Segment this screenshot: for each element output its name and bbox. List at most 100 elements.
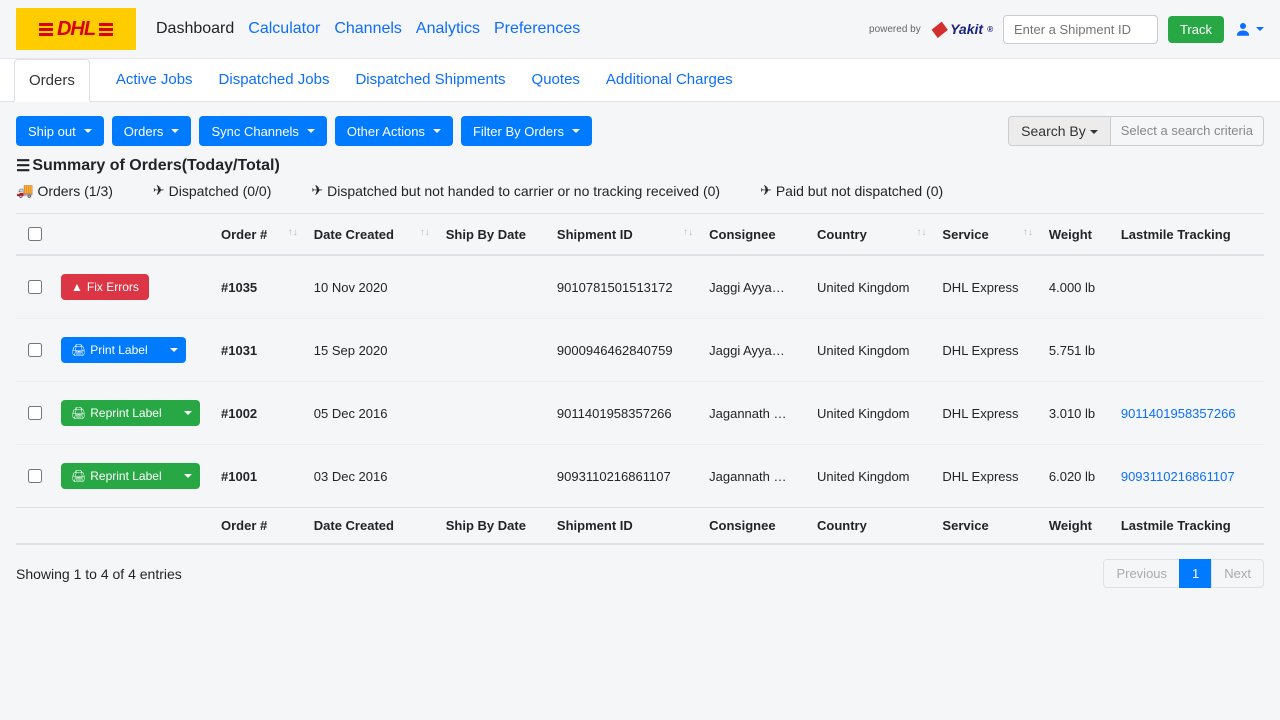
weight: 5.751 lb <box>1041 319 1113 382</box>
stat-paid-not-dispatched: ✈Paid but not dispatched (0) <box>760 182 943 199</box>
warning-icon: ▲ <box>71 280 83 294</box>
sync-channels-button[interactable]: Sync Channels <box>199 116 326 146</box>
col-shipby: Ship By Date <box>438 214 549 256</box>
orders-table: Order #↑↓ Date Created↑↓ Ship By Date Sh… <box>16 213 1264 545</box>
stat-orders: 🚚Orders (1/3) <box>16 182 113 199</box>
reprint-label-button-dropdown[interactable] <box>172 463 200 489</box>
service: DHL Express <box>934 445 1040 508</box>
page-prev[interactable]: Previous <box>1103 559 1180 588</box>
ship-out-button[interactable]: Ship out <box>16 116 104 146</box>
fix-errors-button[interactable]: ▲ Fix Errors <box>61 274 149 300</box>
tab-additional-charges[interactable]: Additional Charges <box>606 59 733 101</box>
shipment-id-input[interactable] <box>1003 15 1158 44</box>
ship-by-date <box>438 255 549 319</box>
orders-button[interactable]: Orders <box>112 116 192 146</box>
row-checkbox[interactable] <box>28 343 42 357</box>
table-row: 🖨 Reprint Label #1001 03 Dec 2016 909311021… <box>16 445 1264 508</box>
weight: 6.020 lb <box>1041 445 1113 508</box>
sort-icon[interactable]: ↑↓ <box>916 227 926 238</box>
tab-dispatched-jobs[interactable]: Dispatched Jobs <box>219 59 330 101</box>
col-consignee: Consignee <box>701 214 809 256</box>
row-checkbox[interactable] <box>28 406 42 420</box>
tab-dispatched-shipments[interactable]: Dispatched Shipments <box>355 59 505 101</box>
col-service: Service↑↓ <box>934 214 1040 256</box>
list-icon: ☰ <box>16 156 30 176</box>
col-date: Date Created↑↓ <box>306 214 438 256</box>
reprint-label-button[interactable]: 🖨 Reprint Label <box>61 463 172 489</box>
table-footer: Showing 1 to 4 of 4 entries Previous 1 N… <box>16 559 1264 588</box>
sort-icon[interactable]: ↑↓ <box>288 227 298 238</box>
top-bar: DHL Dashboard Calculator Channels Analyt… <box>0 0 1280 59</box>
order-number: #1002 <box>221 406 257 421</box>
page-next[interactable]: Next <box>1211 559 1264 588</box>
date-created: 15 Sep 2020 <box>306 319 438 382</box>
nav-channels[interactable]: Channels <box>334 20 402 38</box>
sort-icon[interactable]: ↑↓ <box>1023 227 1033 238</box>
top-nav: Dashboard Calculator Channels Analytics … <box>156 20 580 38</box>
col-weight: Weight <box>1041 214 1113 256</box>
country: United Kingdom <box>809 445 934 508</box>
col-order: Order #↑↓ <box>213 214 306 256</box>
consignee: Jagannath … <box>701 445 809 508</box>
nav-dashboard[interactable]: Dashboard <box>156 20 234 38</box>
plane-icon: ✈ <box>153 182 165 199</box>
filter-orders-button[interactable]: Filter By Orders <box>461 116 592 146</box>
pagination: Previous 1 Next <box>1104 559 1264 588</box>
weight: 4.000 lb <box>1041 255 1113 319</box>
reprint-label-button-dropdown[interactable] <box>172 400 200 426</box>
row-checkbox[interactable] <box>28 280 42 294</box>
search-by-button[interactable]: Search By <box>1008 116 1111 146</box>
reprint-label-button[interactable]: 🖨 Reprint Label <box>61 400 172 426</box>
col-tracking: Lastmile Tracking <box>1113 214 1264 256</box>
order-number: #1001 <box>221 469 257 484</box>
plane-icon: ✈ <box>311 182 323 199</box>
tracking-link[interactable]: 9093110216861107 <box>1121 469 1235 484</box>
table-row: ▲ Fix Errors#103510 Nov 2020901078150151… <box>16 255 1264 319</box>
print-icon: 🖨 <box>71 469 86 483</box>
select-all-checkbox[interactable] <box>28 227 42 241</box>
service: DHL Express <box>934 319 1040 382</box>
user-menu-icon[interactable] <box>1234 20 1264 38</box>
tab-quotes[interactable]: Quotes <box>532 59 580 101</box>
nav-analytics[interactable]: Analytics <box>416 20 480 38</box>
date-created: 03 Dec 2016 <box>306 445 438 508</box>
main-content: Ship out Orders Sync Channels Other Acti… <box>0 102 1280 602</box>
entries-info: Showing 1 to 4 of 4 entries <box>16 566 182 582</box>
consignee: Jaggi Ayya… <box>701 255 809 319</box>
print-icon: 🖨 <box>71 406 86 420</box>
page-1[interactable]: 1 <box>1179 559 1212 588</box>
print-label-button[interactable]: 🖨 Print Label <box>61 337 158 363</box>
brand-logo[interactable]: DHL <box>16 8 136 50</box>
plane-icon: ✈ <box>760 182 772 199</box>
date-created: 10 Nov 2020 <box>306 255 438 319</box>
tracking-link[interactable]: 9011401958357266 <box>1121 406 1236 421</box>
ship-by-date <box>438 382 549 445</box>
sort-icon[interactable]: ↑↓ <box>683 227 693 238</box>
sub-tabs: Orders Active Jobs Dispatched Jobs Dispa… <box>0 59 1280 102</box>
summary-title: Summary of Orders(Today/Total) <box>32 157 279 175</box>
sort-icon[interactable]: ↑↓ <box>420 227 430 238</box>
track-button[interactable]: Track <box>1168 16 1224 43</box>
table-row: 🖨 Print Label#103115 Sep 202090009464628… <box>16 319 1264 382</box>
powered-by-label: powered by <box>869 24 921 35</box>
print-icon: 🖨 <box>71 343 86 357</box>
search-criteria-field[interactable]: Select a search criteria <box>1111 116 1264 146</box>
nav-calculator[interactable]: Calculator <box>248 20 320 38</box>
summary-heading: ☰ Summary of Orders(Today/Total) <box>16 156 1264 176</box>
nav-preferences[interactable]: Preferences <box>494 20 580 38</box>
shipment-id: 9093110216861107 <box>549 445 701 508</box>
service: DHL Express <box>934 255 1040 319</box>
truck-icon: 🚚 <box>16 182 33 199</box>
col-shipment: Shipment ID↑↓ <box>549 214 701 256</box>
country: United Kingdom <box>809 319 934 382</box>
other-actions-button[interactable]: Other Actions <box>335 116 453 146</box>
service: DHL Express <box>934 382 1040 445</box>
summary-stats: 🚚Orders (1/3) ✈Dispatched (0/0) ✈Dispatc… <box>16 182 1264 199</box>
action-row: Ship out Orders Sync Channels Other Acti… <box>16 116 1264 146</box>
row-checkbox[interactable] <box>28 469 42 483</box>
print-label-button-dropdown[interactable] <box>158 337 186 363</box>
shipment-id: 9000946462840759 <box>549 319 701 382</box>
tab-active-jobs[interactable]: Active Jobs <box>116 59 193 101</box>
shipment-id: 9010781501513172 <box>549 255 701 319</box>
tab-orders[interactable]: Orders <box>14 59 90 102</box>
